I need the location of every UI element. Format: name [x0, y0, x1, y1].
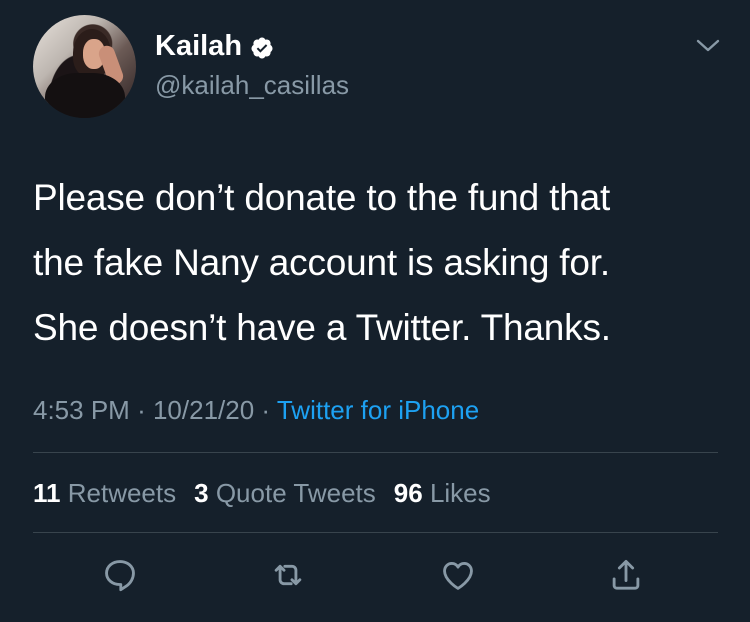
reply-button[interactable] [100, 555, 140, 595]
share-icon [612, 559, 640, 590]
tweet-stats: 11 Retweets 3 Quote Tweets 96 Likes [33, 478, 491, 509]
likes-stat[interactable]: 96 Likes [394, 478, 491, 508]
retweets-stat[interactable]: 11 Retweets [33, 478, 176, 508]
tweet-text-line: She doesn’t have a Twitter. Thanks. [33, 307, 611, 348]
tweet-source-link[interactable]: Twitter for iPhone [277, 395, 479, 425]
author-name[interactable]: Kailah [155, 30, 242, 63]
quote-tweets-stat[interactable]: 3 Quote Tweets [194, 478, 376, 508]
author-handle[interactable]: @kailah_casillas [155, 70, 349, 101]
verified-badge-icon [250, 36, 273, 58]
reply-icon [105, 560, 135, 592]
share-button[interactable] [606, 555, 646, 595]
author-name-row[interactable]: Kailah [155, 30, 273, 63]
retweet-icon [274, 564, 302, 586]
avatar[interactable] [33, 15, 136, 118]
likes-count: 96 [393, 478, 423, 508]
retweets-label: Retweets [67, 478, 177, 508]
quote-tweets-label: Quote Tweets [215, 478, 376, 508]
retweets-count: 11 [33, 478, 61, 508]
meta-separator: · [137, 395, 146, 425]
like-icon [443, 562, 473, 590]
avatar-jacket [45, 73, 125, 118]
tweet-text-line: the fake Nany account is asking for. [33, 242, 610, 283]
likes-label: Likes [429, 478, 491, 508]
chevron-down-icon[interactable] [695, 35, 721, 55]
tweet-meta: 4:53 PM · 10/21/20 · Twitter for iPhone [33, 395, 479, 426]
retweet-button[interactable] [268, 555, 308, 595]
tweet-detail: Kailah @kailah_casillas Please don’t don… [0, 0, 750, 622]
divider [33, 452, 718, 453]
divider [33, 532, 718, 533]
meta-separator: · [261, 395, 271, 425]
bottom-edge [0, 618, 750, 622]
like-button[interactable] [438, 555, 478, 595]
quote-tweets-count: 3 [194, 478, 209, 508]
tweet-time: 4:53 PM [33, 395, 130, 425]
tweet-date: 10/21/20 [152, 395, 255, 425]
tweet-text-line: Please don’t donate to the fund that [33, 177, 611, 218]
tweet-text: Please don’t donate to the fund that the… [33, 165, 723, 360]
